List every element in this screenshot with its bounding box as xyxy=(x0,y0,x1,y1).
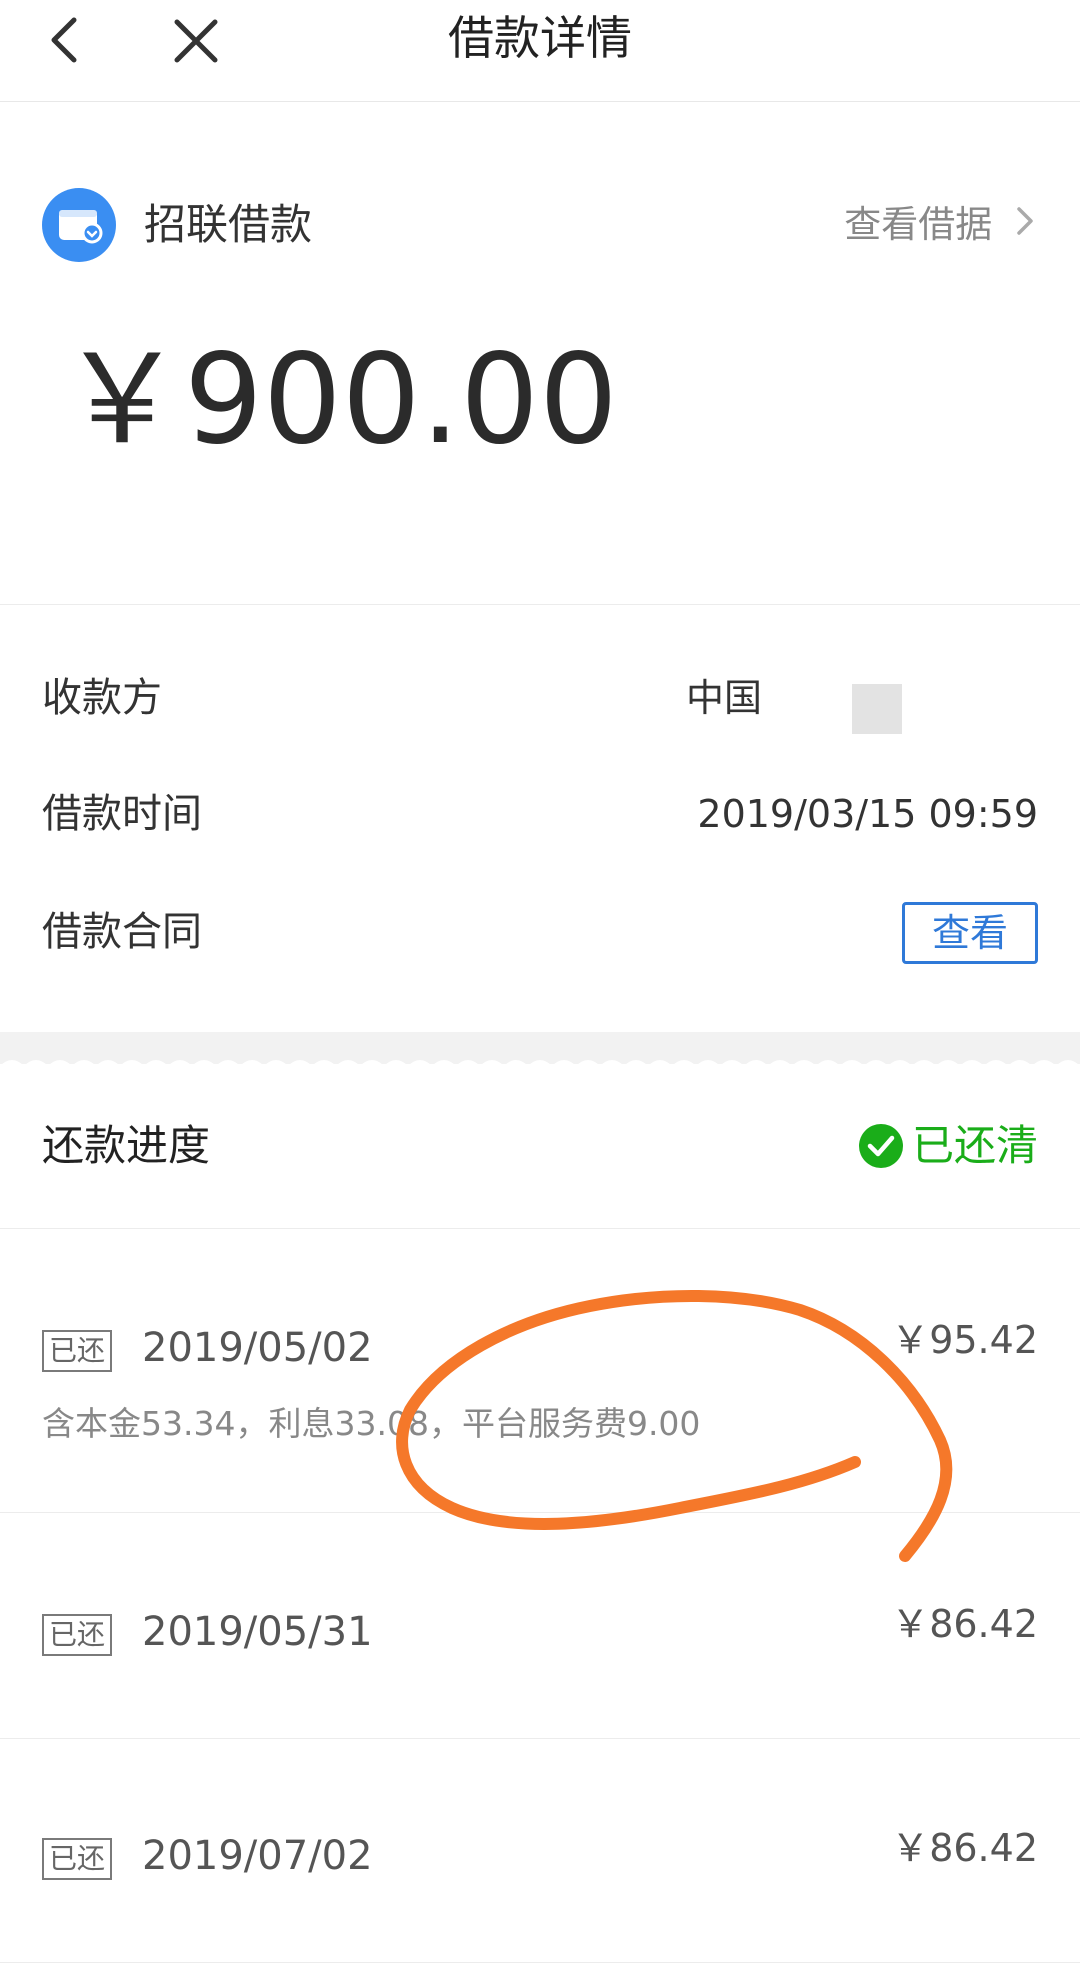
paid-tag: 已还 xyxy=(42,1838,112,1880)
divider xyxy=(0,604,1080,605)
status-badge: 已还清 xyxy=(858,1118,1038,1174)
hand-drawn-circle-annotation xyxy=(396,1289,953,1562)
view-contract-button[interactable]: 查看 xyxy=(902,902,1038,964)
payment-amount: ￥86.42 xyxy=(891,1602,1038,1646)
payee-value: 中国 xyxy=(685,676,762,720)
loan-amount: ￥900.00 xyxy=(60,328,618,472)
chevron-right-icon xyxy=(1014,200,1036,254)
divider xyxy=(0,1512,1080,1513)
payment-amount: ￥95.42 xyxy=(891,1318,1038,1362)
redaction-block xyxy=(852,684,902,734)
payment-date: 2019/07/02 xyxy=(142,1833,373,1879)
payment-breakdown: 含本金53.34，利息33.08，平台服务费9.00 xyxy=(42,1404,701,1443)
payment-amount: ￥86.42 xyxy=(891,1826,1038,1870)
wallet-icon xyxy=(42,188,116,262)
contract-label: 借款合同 xyxy=(42,909,202,955)
view-receipt-label: 查看借据 xyxy=(844,203,993,246)
page-title: 借款详情 xyxy=(448,11,632,65)
payment-date: 2019/05/02 xyxy=(142,1325,373,1371)
nav-bar: 借款详情 xyxy=(0,0,1080,102)
loan-time-value: 2019/03/15 09:59 xyxy=(697,792,1038,836)
status-text: 已还清 xyxy=(911,1121,1038,1170)
repayment-title: 还款进度 xyxy=(42,1121,211,1170)
payee-label: 收款方 xyxy=(42,675,162,721)
check-circle-icon xyxy=(858,1124,903,1168)
loan-detail-page: 借款详情 招联借款 查看借据 ￥900.00 收款方 中国 借款时间 2019/… xyxy=(0,0,1080,1984)
divider xyxy=(0,1738,1080,1739)
divider xyxy=(0,1228,1080,1229)
paid-tag: 已还 xyxy=(42,1614,112,1656)
paid-tag: 已还 xyxy=(42,1330,112,1372)
payment-date: 2019/05/31 xyxy=(142,1609,373,1655)
view-receipt-link[interactable]: 查看借据 xyxy=(844,198,1036,252)
section-separator xyxy=(0,1032,1080,1066)
loan-time-label: 借款时间 xyxy=(42,791,202,837)
divider xyxy=(0,1962,1080,1963)
product-name: 招联借款 xyxy=(144,200,313,249)
